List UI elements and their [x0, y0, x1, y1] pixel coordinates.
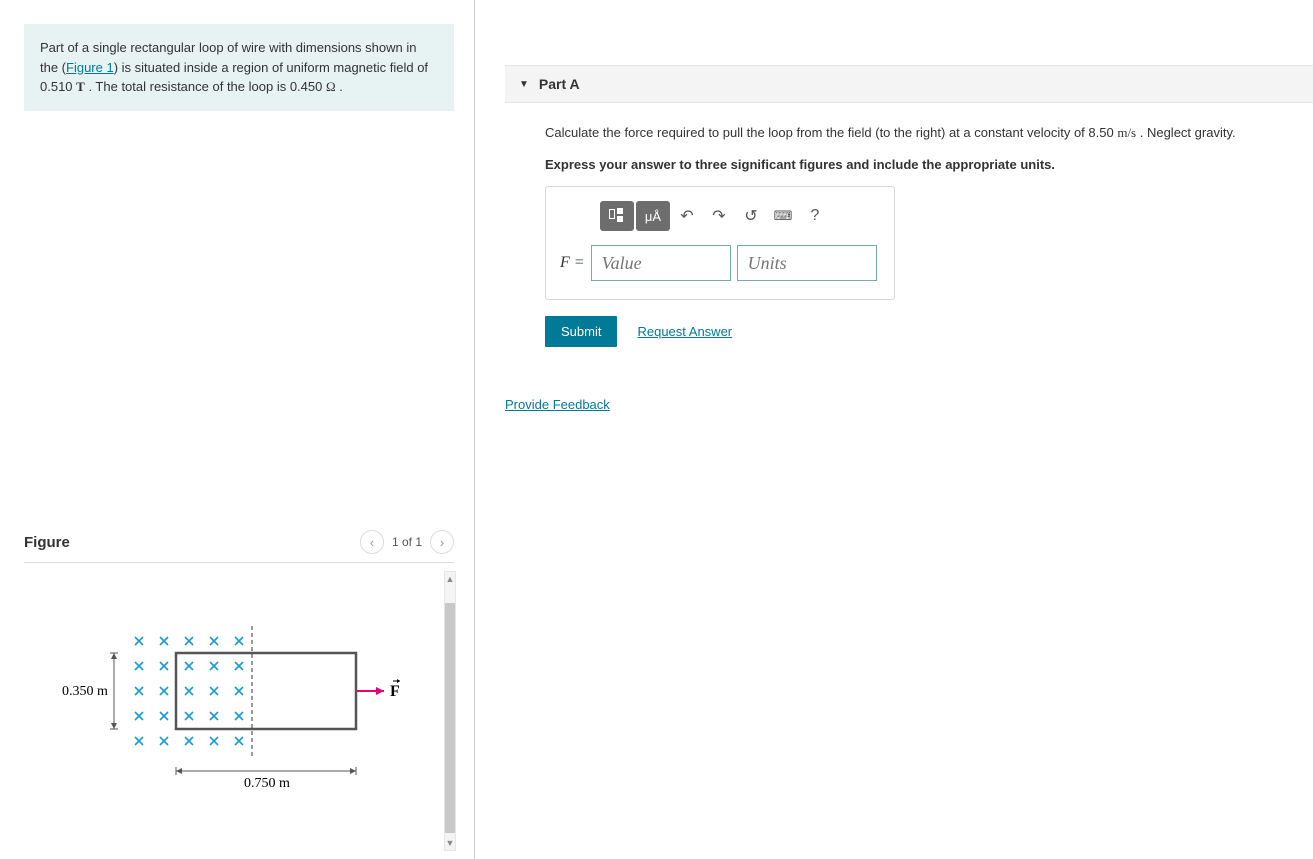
templates-button[interactable]	[600, 201, 634, 231]
answer-panel: μÅ ↶ ↷ ↺ ⌨ ? F =	[545, 186, 895, 300]
figure-pager-text: 1 of 1	[392, 535, 422, 549]
undo-icon[interactable]: ↶	[672, 201, 702, 231]
keyboard-icon[interactable]: ⌨	[768, 201, 798, 231]
figure-link[interactable]: Figure 1	[66, 60, 114, 75]
part-a-title: Part A	[539, 76, 580, 92]
scroll-down-icon[interactable]: ▼	[446, 836, 455, 850]
svg-text:F: F	[390, 683, 400, 700]
answer-toolbar: μÅ ↶ ↷ ↺ ⌨ ?	[600, 201, 880, 231]
figure-prev-button[interactable]: ‹	[360, 530, 384, 554]
collapse-icon: ▼	[519, 79, 529, 90]
question-text: Calculate the force required to pull the…	[545, 123, 1265, 143]
submit-button[interactable]: Submit	[545, 316, 617, 347]
provide-feedback-link[interactable]: Provide Feedback	[505, 397, 610, 412]
value-input[interactable]	[591, 245, 731, 281]
variable-label: F =	[560, 254, 585, 272]
unit-tesla: T	[76, 79, 85, 94]
problem-text-4: .	[336, 79, 343, 94]
figure-diagram: F 0.350 m	[24, 571, 444, 851]
figure-next-button[interactable]: ›	[430, 530, 454, 554]
reset-icon[interactable]: ↺	[736, 201, 766, 231]
part-a-header[interactable]: ▼ Part A	[505, 65, 1313, 103]
scroll-thumb[interactable]	[445, 603, 455, 833]
units-button[interactable]: μÅ	[636, 201, 670, 231]
units-input[interactable]	[737, 245, 877, 281]
figure-pager: ‹ 1 of 1 ›	[360, 530, 454, 554]
help-icon[interactable]: ?	[800, 201, 830, 231]
figure-title: Figure	[24, 534, 70, 551]
svg-text:0.350 m: 0.350 m	[62, 684, 108, 699]
problem-text-3: . The total resistance of the loop is 0.…	[85, 79, 326, 94]
redo-icon[interactable]: ↷	[704, 201, 734, 231]
figure-scrollbar[interactable]: ▲ ▼	[444, 571, 456, 851]
problem-statement: Part of a single rectangular loop of wir…	[24, 24, 454, 111]
request-answer-link[interactable]: Request Answer	[637, 324, 732, 339]
svg-text:0.750 m: 0.750 m	[244, 776, 290, 791]
answer-instruction: Express your answer to three significant…	[545, 155, 1265, 175]
scroll-up-icon[interactable]: ▲	[446, 572, 455, 586]
unit-ohm: Ω	[326, 79, 336, 94]
